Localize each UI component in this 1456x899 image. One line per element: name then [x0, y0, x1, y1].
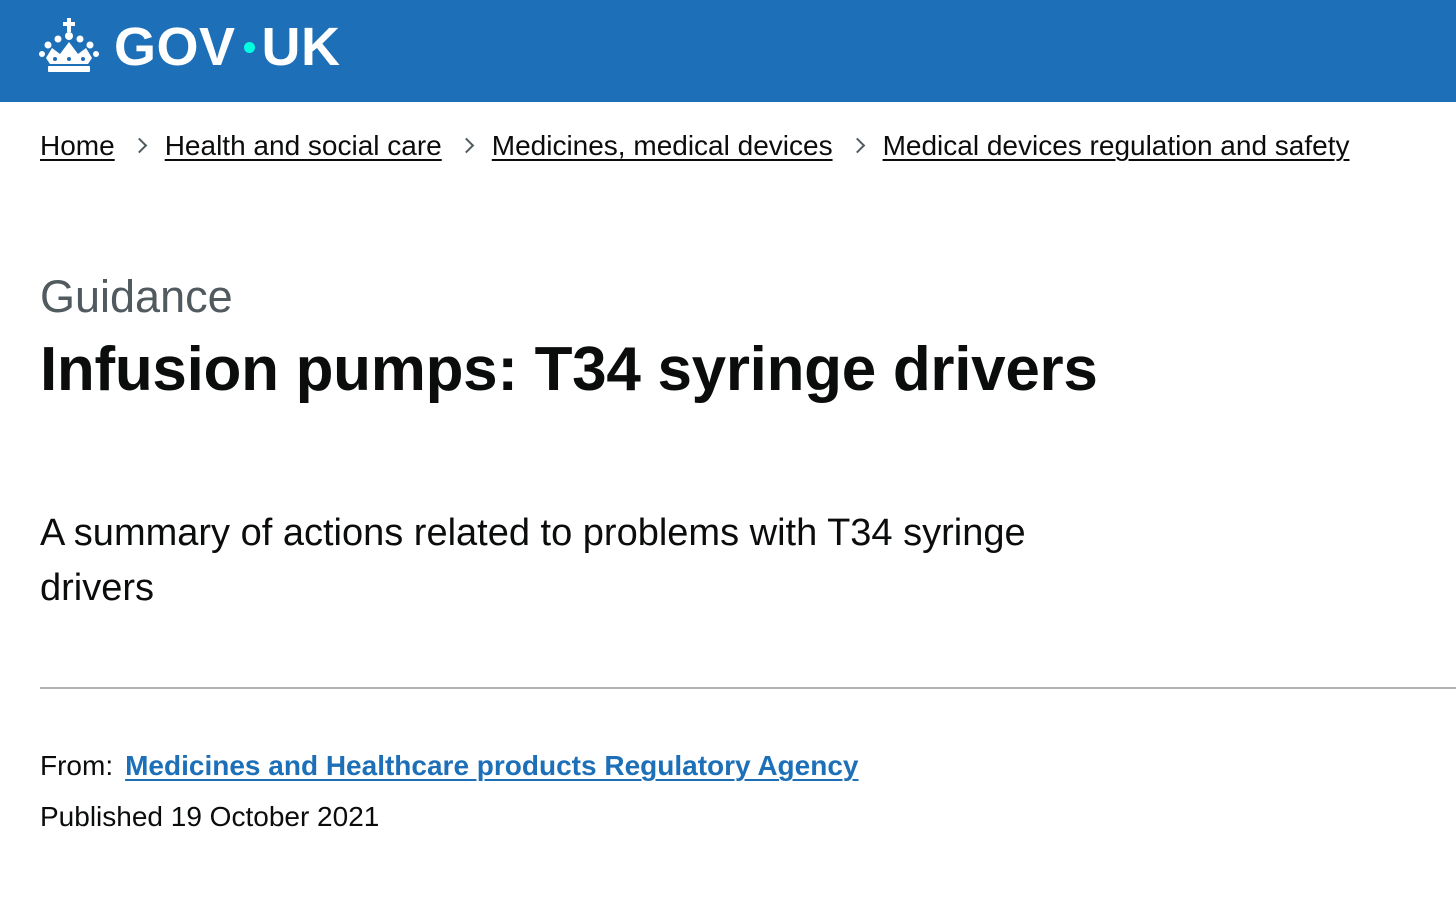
page-caption: Guidance: [40, 271, 233, 322]
site-header: GOV UK: [0, 0, 1456, 102]
chevron-right-icon: [133, 132, 149, 160]
breadcrumb-medicines-medical-devices[interactable]: Medicines, medical devices: [492, 130, 833, 162]
govuk-logo-link[interactable]: GOV UK: [38, 12, 341, 82]
organisation-link[interactable]: Medicines and Healthcare products Regula…: [125, 750, 858, 782]
lead-line-2: drivers: [40, 567, 155, 610]
published-date: Published 19 October 2021: [40, 801, 380, 832]
breadcrumb-health-and-social-care[interactable]: Health and social care: [165, 130, 442, 162]
lead-paragraph: A summary of actions related to problems…: [40, 506, 1220, 616]
breadcrumb-home[interactable]: Home: [40, 130, 115, 162]
logo-dot: [243, 41, 255, 53]
page-title: Infusion pumps: T34 syringe drivers: [40, 335, 1098, 404]
from-label: From:: [40, 750, 114, 781]
breadcrumb: Home Health and social care Medicines, m…: [40, 130, 1350, 162]
from-metadata: From: Medicines and Healthcare products …: [40, 750, 858, 782]
crown-icon: [39, 18, 99, 72]
lead-line-1: A summary of actions related to problems…: [40, 512, 1026, 554]
logo-text-uk: UK: [261, 17, 341, 77]
breadcrumb-medical-devices-regulation[interactable]: Medical devices regulation and safety: [883, 130, 1350, 162]
logo-wordmark: GOV UK: [114, 20, 341, 74]
logo-text-gov: GOV: [114, 17, 236, 77]
section-divider: [40, 687, 1456, 689]
chevron-right-icon: [851, 132, 867, 160]
chevron-right-icon: [460, 132, 476, 160]
